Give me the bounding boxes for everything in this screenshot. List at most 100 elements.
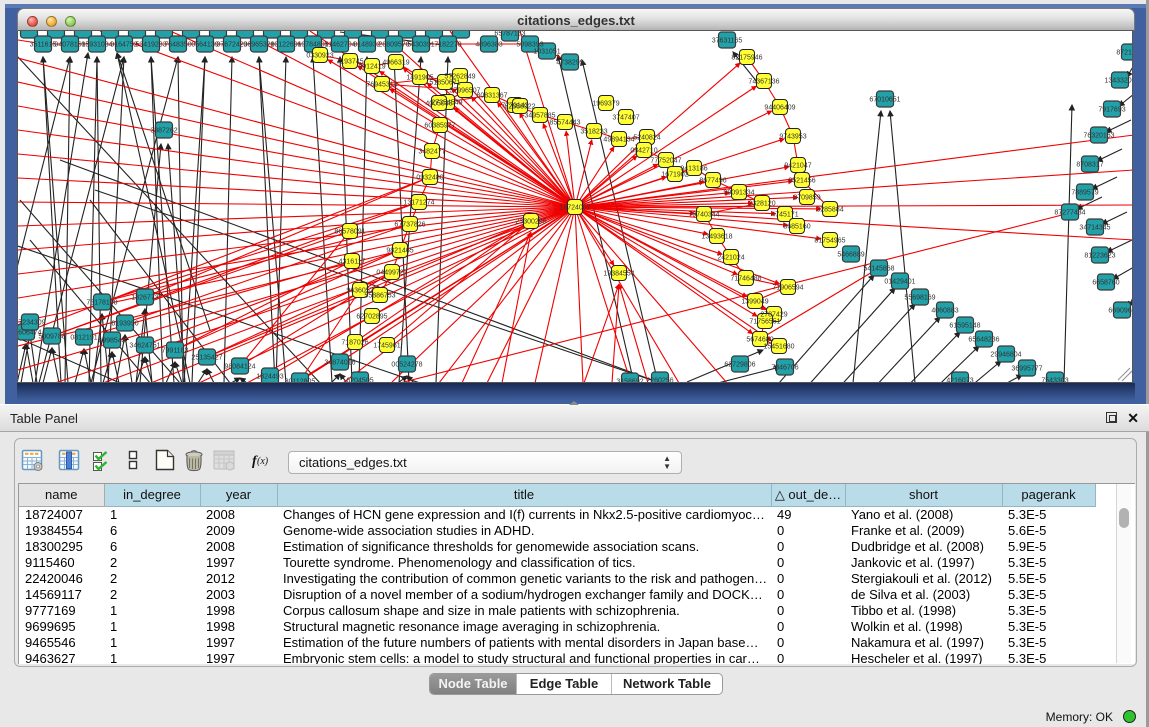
svg-text:74367136: 74367136 <box>748 79 779 86</box>
svg-text:3482477: 3482477 <box>418 149 445 156</box>
svg-text:1969379: 1969379 <box>592 101 619 108</box>
svg-text:9821465: 9821465 <box>386 248 413 255</box>
svg-text:4738299: 4738299 <box>556 60 583 67</box>
svg-text:0812191: 0812191 <box>70 335 97 342</box>
svg-text:3285884: 3285884 <box>816 207 843 214</box>
svg-text:86578091: 86578091 <box>334 229 365 236</box>
svg-text:65648236: 65648236 <box>968 337 999 344</box>
svg-text:7648350: 7648350 <box>164 42 191 49</box>
svg-text:95931034: 95931034 <box>81 42 112 49</box>
svg-text:9421047: 9421047 <box>784 163 811 170</box>
svg-text:61595148: 61595148 <box>949 323 980 330</box>
svg-text:62729806: 62729806 <box>724 362 755 369</box>
svg-text:81754965: 81754965 <box>814 238 845 245</box>
svg-text:13171274: 13171274 <box>403 200 434 207</box>
svg-text:15451680: 15451680 <box>763 344 794 351</box>
svg-text:3709859: 3709859 <box>793 195 820 202</box>
svg-text:9743953: 9743953 <box>779 134 806 141</box>
svg-text:6998543: 6998543 <box>98 338 125 345</box>
svg-text:9521456: 9521456 <box>788 178 815 185</box>
svg-text:7991183: 7991183 <box>162 348 189 355</box>
svg-text:55698169: 55698169 <box>904 295 935 302</box>
svg-text:7182278: 7182278 <box>434 42 461 49</box>
svg-text:4896383: 4896383 <box>475 42 502 49</box>
svg-text:8148932: 8148932 <box>353 42 380 49</box>
svg-text:5009788: 5009788 <box>38 334 65 341</box>
svg-text:7917693: 7917693 <box>1098 107 1125 114</box>
svg-text:7889579: 7889579 <box>1071 190 1098 197</box>
svg-text:1399049: 1399049 <box>741 299 768 306</box>
svg-text:8721489: 8721489 <box>1116 50 1133 57</box>
svg-text:5430391: 5430391 <box>407 42 434 49</box>
svg-text:25135427: 25135427 <box>191 355 222 362</box>
svg-text:79740344: 79740344 <box>688 212 719 219</box>
svg-text:28809570: 28809570 <box>378 42 409 49</box>
svg-text:3685160: 3685160 <box>783 224 810 231</box>
svg-text:9636057: 9636057 <box>346 288 373 295</box>
svg-text:1326773: 1326773 <box>131 295 158 302</box>
svg-text:76945314: 76945314 <box>366 82 397 89</box>
svg-text:01429401: 01429401 <box>884 279 915 286</box>
svg-text:04499727: 04499727 <box>376 270 407 277</box>
svg-text:94406409: 94406409 <box>764 105 795 112</box>
svg-text:49894134: 49894134 <box>603 137 634 144</box>
svg-text:2421024: 2421024 <box>717 255 744 262</box>
svg-text:81223623: 81223623 <box>1084 253 1115 260</box>
svg-text:8708317: 8708317 <box>1076 162 1103 169</box>
svg-text:71756551: 71756551 <box>749 319 780 326</box>
svg-text:4316117: 4316117 <box>339 259 366 266</box>
svg-text:53419283: 53419283 <box>135 42 166 49</box>
svg-text:23300295: 23300295 <box>515 219 546 226</box>
svg-text:4745171: 4745171 <box>771 212 798 219</box>
svg-text:76320163: 76320163 <box>1083 133 1114 140</box>
svg-text:1745961: 1745961 <box>373 343 400 350</box>
svg-text:77752047: 77752047 <box>650 158 681 165</box>
svg-text:00524278: 00524278 <box>391 362 422 369</box>
svg-text:5674680: 5674680 <box>746 337 773 344</box>
svg-text:(x): (x) <box>257 456 269 467</box>
svg-text:0564139: 0564139 <box>191 42 218 49</box>
svg-text:80831367: 80831367 <box>476 93 507 100</box>
svg-text:2328120: 2328120 <box>748 201 775 208</box>
svg-text:19384554: 19384554 <box>603 271 634 278</box>
svg-text:1031051: 1031051 <box>533 49 560 56</box>
svg-text:60385977: 60385977 <box>424 123 455 130</box>
svg-text:1671902: 1671902 <box>661 172 688 179</box>
svg-text:3164752: 3164752 <box>110 42 137 49</box>
svg-text:73178108: 73178108 <box>86 300 117 307</box>
svg-text:87277434: 87277434 <box>1054 210 1085 217</box>
svg-text:85574443: 85574443 <box>549 120 580 127</box>
svg-text:3511615: 3511615 <box>30 42 57 49</box>
svg-text:7346706: 7346706 <box>771 365 798 372</box>
svg-text:34624751: 34624751 <box>129 343 160 350</box>
svg-text:71746488: 71746488 <box>730 276 761 283</box>
svg-text:6193990: 6193990 <box>111 321 138 328</box>
svg-text:5240824: 5240824 <box>633 135 660 142</box>
svg-text:37631165: 37631165 <box>712 38 743 45</box>
svg-text:67010651: 67010651 <box>869 97 900 104</box>
svg-text:36995777: 36995777 <box>1011 366 1042 373</box>
svg-text:0932480: 0932480 <box>416 175 443 182</box>
svg-text:3747407: 3747407 <box>612 115 639 122</box>
svg-text:54145868: 54145868 <box>863 266 894 273</box>
svg-text:13433200: 13433200 <box>1104 78 1133 85</box>
svg-text:4060883: 4060883 <box>931 308 958 315</box>
svg-text:29946804: 29946804 <box>990 352 1021 359</box>
svg-text:18724007: 18724007 <box>559 205 590 212</box>
svg-text:57262849: 57262849 <box>444 74 475 81</box>
svg-text:0842710: 0842710 <box>630 148 657 155</box>
svg-text:6658760: 6658760 <box>1092 280 1119 287</box>
svg-text:7187026: 7187026 <box>341 340 368 347</box>
svg-text:9413186: 9413186 <box>680 166 707 173</box>
svg-text:13493618: 13493618 <box>701 234 732 241</box>
svg-text:51850671: 51850671 <box>429 80 460 87</box>
svg-text:34957885: 34957885 <box>524 113 555 120</box>
svg-text:82175946: 82175946 <box>731 55 762 62</box>
svg-text:0330923: 0330923 <box>306 53 333 60</box>
svg-text:67737826: 67737826 <box>394 222 425 229</box>
svg-text:34874016: 34874016 <box>324 360 355 367</box>
svg-text:8677496: 8677496 <box>699 178 726 185</box>
svg-text:51462704: 51462704 <box>324 42 355 49</box>
svg-text:34714345: 34714345 <box>1079 225 1110 232</box>
svg-text:62702895: 62702895 <box>356 314 387 321</box>
